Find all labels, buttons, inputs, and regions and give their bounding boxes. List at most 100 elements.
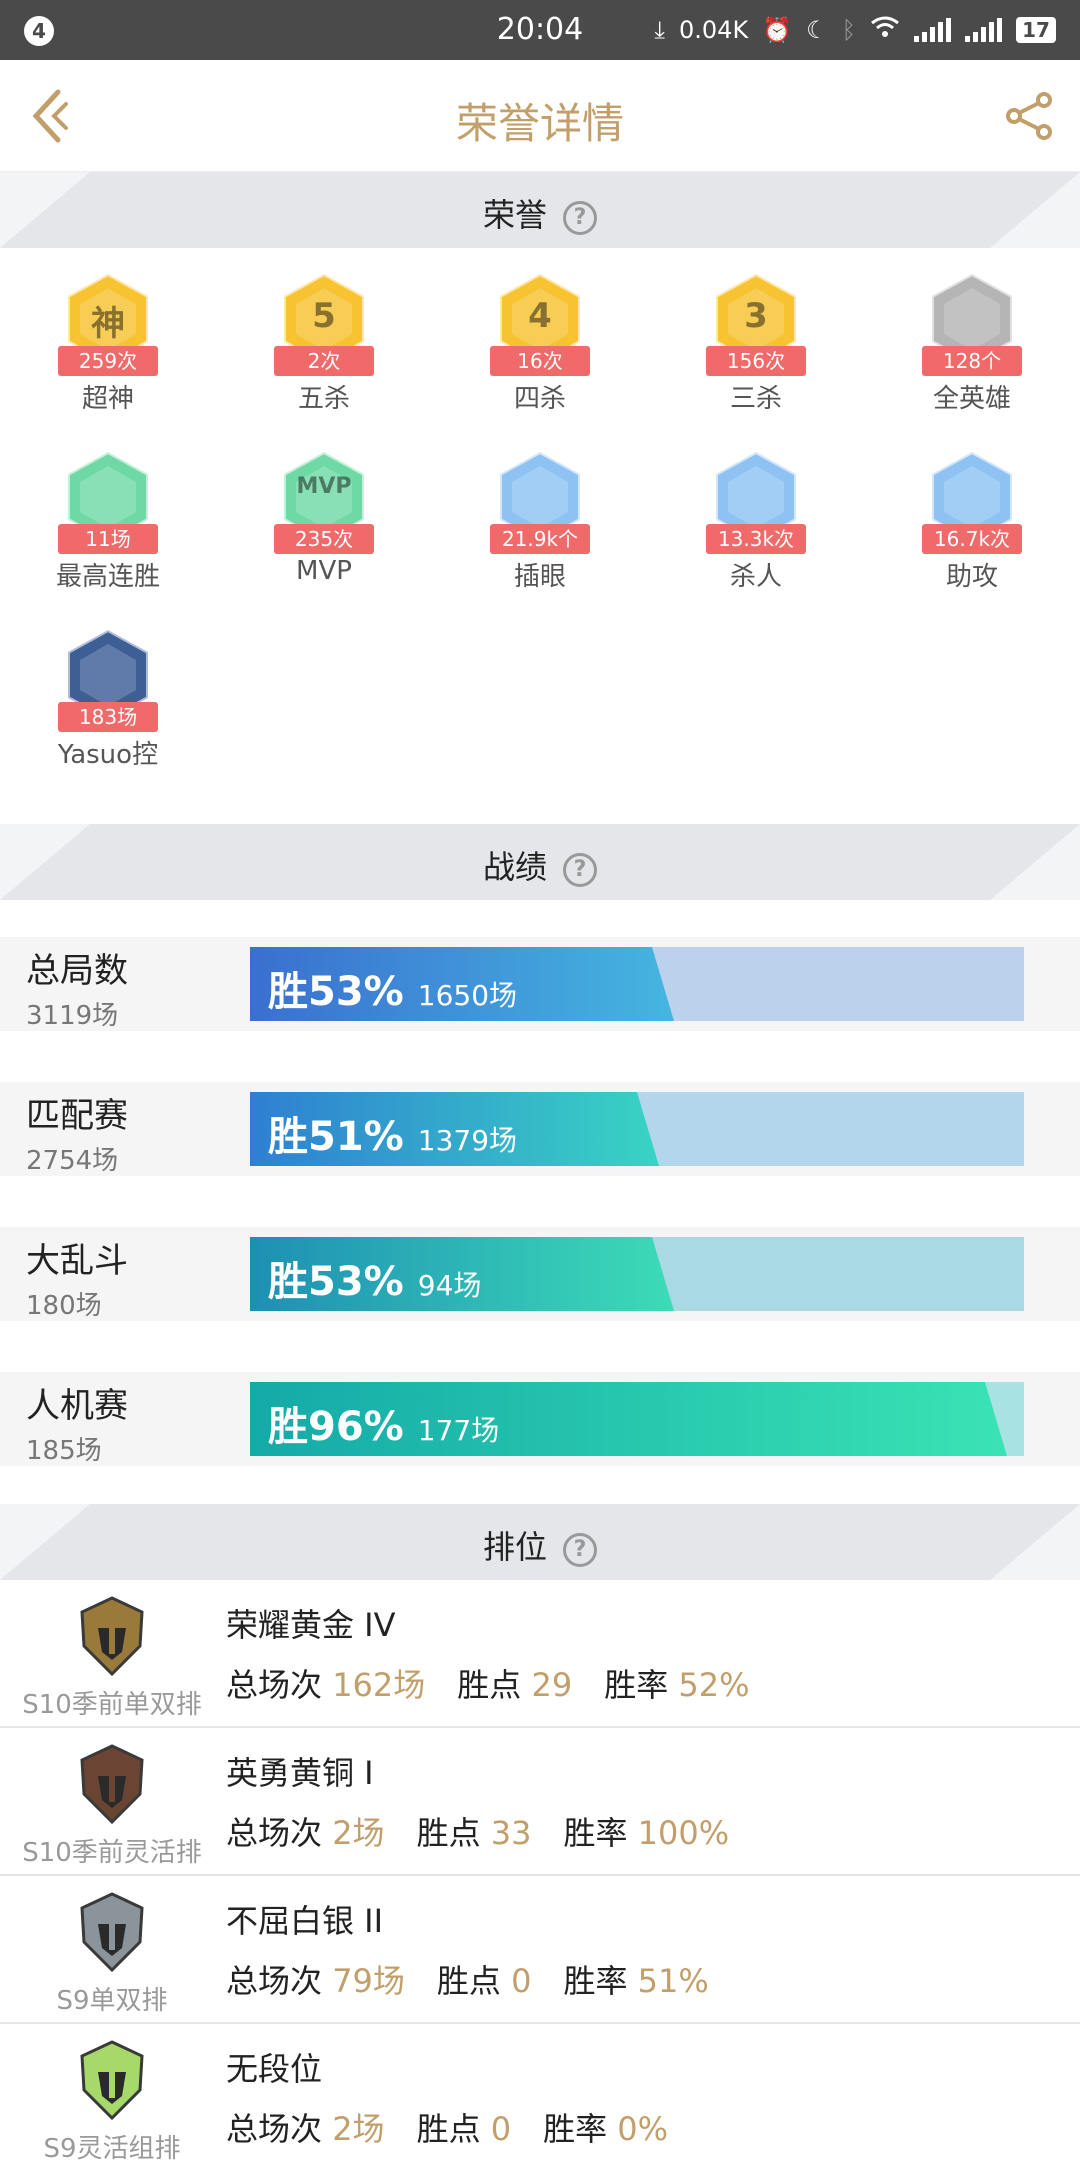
ranked-row[interactable]: S10季前灵活排 英勇黄铜 I 总场次 2场 胜点 33 胜率 100% <box>0 1728 1080 1876</box>
winrate-value: 0% <box>617 2110 669 2148</box>
points-value: 0 <box>511 1962 532 2000</box>
honor-count-badge: 2次 <box>274 346 374 376</box>
honor-item[interactable]: MVP 235次 MVP <box>216 448 432 616</box>
honor-medal-icon: 4 16次 <box>490 270 590 376</box>
ranked-queue-name: S10季前单双排 <box>22 1690 202 1720</box>
honor-item[interactable]: 21.9k个插眼 <box>432 448 648 616</box>
page-title: 荣誉详情 <box>455 99 624 148</box>
winrate-value: 51% <box>637 1962 709 2000</box>
ranked-tier: 不屈白银 II <box>226 1902 384 1940</box>
honor-item[interactable]: 4 16次 四杀 <box>432 270 648 438</box>
stat-row[interactable]: 大乱斗 180场 胜53% 94场 <box>0 1227 1080 1321</box>
stat-total-games: 180场 <box>26 1291 102 1321</box>
honor-medal-glyph: MVP <box>296 474 352 499</box>
honor-label: 五杀 <box>297 384 350 414</box>
points-label: 胜点 <box>457 1666 522 1704</box>
signal-icon <box>965 18 1002 42</box>
ranked-tier: 荣耀黄金 IV <box>226 1606 396 1644</box>
stats-section-header: 战绩? <box>0 824 1080 900</box>
ranked-queue-name: S10季前灵活排 <box>22 1838 202 1868</box>
honor-count-badge: 11场 <box>58 524 158 554</box>
winrate-bar: 胜53% 1650场 <box>250 947 1024 1021</box>
stat-total-games: 2754场 <box>26 1146 119 1176</box>
honor-count-badge: 13.3k次 <box>706 524 806 554</box>
teemo-cat-emblem-icon <box>70 2038 154 2122</box>
stat-row[interactable]: 总局数 3119场 胜53% 1650场 <box>0 937 1080 1031</box>
winrate-label: 胜率 <box>604 1666 669 1704</box>
honor-medal-glyph: 3 <box>744 296 768 336</box>
honor-medal-glyph: 神 <box>91 304 125 344</box>
winrate-label: 胜率 <box>563 1814 628 1852</box>
honor-label: 助攻 <box>945 562 998 592</box>
status-bar: 4 20:04 ⤓ 0.04K ⏰ ☾ ᛒ 17 <box>0 0 1080 60</box>
games-value: 79场 <box>332 1962 405 2000</box>
winrate-percent: 胜53% <box>268 969 404 1015</box>
stat-total-games: 185场 <box>26 1436 102 1466</box>
stat-mode-name: 匹配赛 <box>26 1096 128 1136</box>
ranked-row[interactable]: S9灵活组排 无段位 总场次 2场 胜点 0 胜率 0% <box>0 2024 1080 2160</box>
help-icon[interactable]: ? <box>563 1533 597 1567</box>
winrate-bar: 胜51% 1379场 <box>250 1092 1024 1166</box>
points-value: 33 <box>490 1814 532 1852</box>
honor-item[interactable]: 16.7k次 助攻 <box>864 448 1080 616</box>
games-label: 总场次 <box>226 1666 323 1704</box>
ranked-section-title: 排位 <box>482 1528 547 1566</box>
honor-item[interactable]: 11场最高连胜 <box>0 448 216 616</box>
ranked-queue-name: S9单双排 <box>56 1986 168 2016</box>
ranked-section-header: 排位? <box>0 1504 1080 1580</box>
honor-medal-glyph: 5 <box>312 296 336 336</box>
honor-item[interactable]: 神 259次 超神 <box>0 270 216 438</box>
signal-icon <box>914 18 951 42</box>
winrate-percent: 胜96% <box>268 1404 404 1450</box>
points-label: 胜点 <box>436 1962 501 2000</box>
games-label: 总场次 <box>226 2110 323 2148</box>
alarm-icon: ⏰ <box>762 16 793 44</box>
honor-medal-icon: MVP 235次 <box>274 448 374 554</box>
gold-helmet-emblem-icon <box>70 1594 154 1678</box>
share-button[interactable] <box>1004 90 1056 142</box>
honor-item[interactable]: 183场 Yasuo控 <box>0 626 216 794</box>
honor-item[interactable]: 3 156次三杀 <box>648 270 864 438</box>
battery-icon: 17 <box>1016 17 1056 43</box>
honor-count-badge: 183场 <box>58 702 158 732</box>
net-speed: 0.04K <box>679 16 749 44</box>
stat-row[interactable]: 人机赛 185场 胜96% 177场 <box>0 1372 1080 1466</box>
honor-count-badge: 235次 <box>274 524 374 554</box>
honor-count-badge: 16.7k次 <box>922 524 1022 554</box>
win-games: 94场 <box>417 1269 482 1302</box>
ranked-row[interactable]: S9单双排 不屈白银 II 总场次 79场 胜点 0 胜率 51% <box>0 1876 1080 2024</box>
app-header: 荣誉详情 <box>0 60 1080 172</box>
ranked-stats: 总场次 2场 胜点 33 胜率 100% <box>226 1808 761 1854</box>
honor-medal-icon: 183场 <box>58 626 158 732</box>
help-icon[interactable]: ? <box>563 201 597 235</box>
honor-count-badge: 156次 <box>706 346 806 376</box>
stat-total-games: 3119场 <box>26 1001 119 1031</box>
winrate-percent: 胜53% <box>268 1259 404 1305</box>
honor-medal-icon: 16.7k次 <box>922 448 1022 554</box>
stat-mode-name: 人机赛 <box>26 1386 128 1426</box>
ranked-row[interactable]: S10季前单双排 荣耀黄金 IV 总场次 162场 胜点 29 胜率 52% <box>0 1580 1080 1728</box>
points-label: 胜点 <box>416 2110 481 2148</box>
honor-label: 杀人 <box>729 562 782 592</box>
honor-item[interactable]: 13.3k次 杀人 <box>648 448 864 616</box>
help-icon[interactable]: ? <box>563 853 597 887</box>
winrate-value: 100% <box>637 1814 730 1852</box>
honor-label: 插眼 <box>513 562 566 592</box>
points-value: 0 <box>490 2110 512 2148</box>
honor-medal-glyph: 4 <box>528 296 552 336</box>
honor-label: 最高连胜 <box>55 562 160 592</box>
honor-medal-icon: 21.9k个 <box>490 448 590 554</box>
honor-item[interactable]: 128个 全英雄 <box>864 270 1080 438</box>
honor-label: MVP <box>296 556 352 586</box>
winrate-value: 52% <box>678 1666 750 1704</box>
ranked-tier: 无段位 <box>226 2050 323 2088</box>
winrate-bar: 胜96% 177场 <box>250 1382 1024 1456</box>
honor-label: 三杀 <box>729 384 782 414</box>
stat-mode-name: 大乱斗 <box>26 1241 128 1281</box>
games-value: 162场 <box>332 1666 426 1704</box>
honor-medal-icon: 128个 <box>922 270 1022 376</box>
winrate-percent: 胜51% <box>268 1114 404 1160</box>
stat-row[interactable]: 匹配赛 2754场 胜51% 1379场 <box>0 1082 1080 1176</box>
honor-item[interactable]: 5 2次 五杀 <box>216 270 432 438</box>
honor-medal-icon: 5 2次 <box>274 270 374 376</box>
